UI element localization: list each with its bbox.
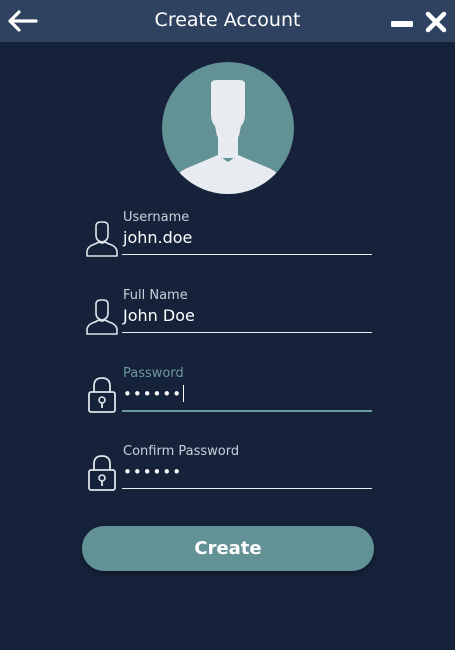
username-input[interactable]: john.doe — [123, 228, 192, 247]
confirm-password-value: •••••• — [123, 463, 183, 481]
username-label: Username — [123, 210, 190, 225]
lock-icon — [88, 455, 116, 491]
create-button[interactable]: Create — [82, 526, 374, 571]
close-button[interactable] — [425, 11, 447, 33]
password-value: •••••• — [123, 385, 183, 403]
password-field[interactable]: Password •••••• — [84, 366, 374, 426]
confirm-password-label: Confirm Password — [123, 444, 240, 459]
full-name-input[interactable]: John Doe — [123, 306, 195, 325]
window-title: Create Account — [154, 9, 301, 31]
password-label: Password — [123, 366, 184, 381]
username-field[interactable]: Username john.doe — [84, 210, 374, 270]
title-bar: Create Account — [0, 0, 455, 42]
user-icon — [86, 221, 118, 257]
confirm-password-input[interactable]: •••••• — [123, 462, 182, 481]
confirm-password-underline — [122, 488, 372, 489]
minimize-icon — [391, 21, 413, 27]
password-underline — [122, 410, 372, 412]
text-cursor — [183, 385, 185, 402]
username-underline — [122, 254, 372, 255]
close-icon — [425, 11, 447, 33]
full-name-label: Full Name — [123, 288, 188, 303]
lock-icon — [88, 377, 116, 413]
minimize-button[interactable] — [390, 14, 414, 27]
password-input[interactable]: •••••• — [123, 384, 185, 403]
confirm-password-field[interactable]: Confirm Password •••••• — [84, 444, 374, 504]
user-silhouette-icon — [162, 62, 294, 194]
avatar — [162, 62, 294, 194]
full-name-underline — [122, 332, 372, 333]
full-name-field[interactable]: Full Name John Doe — [84, 288, 374, 348]
user-icon — [86, 299, 118, 335]
